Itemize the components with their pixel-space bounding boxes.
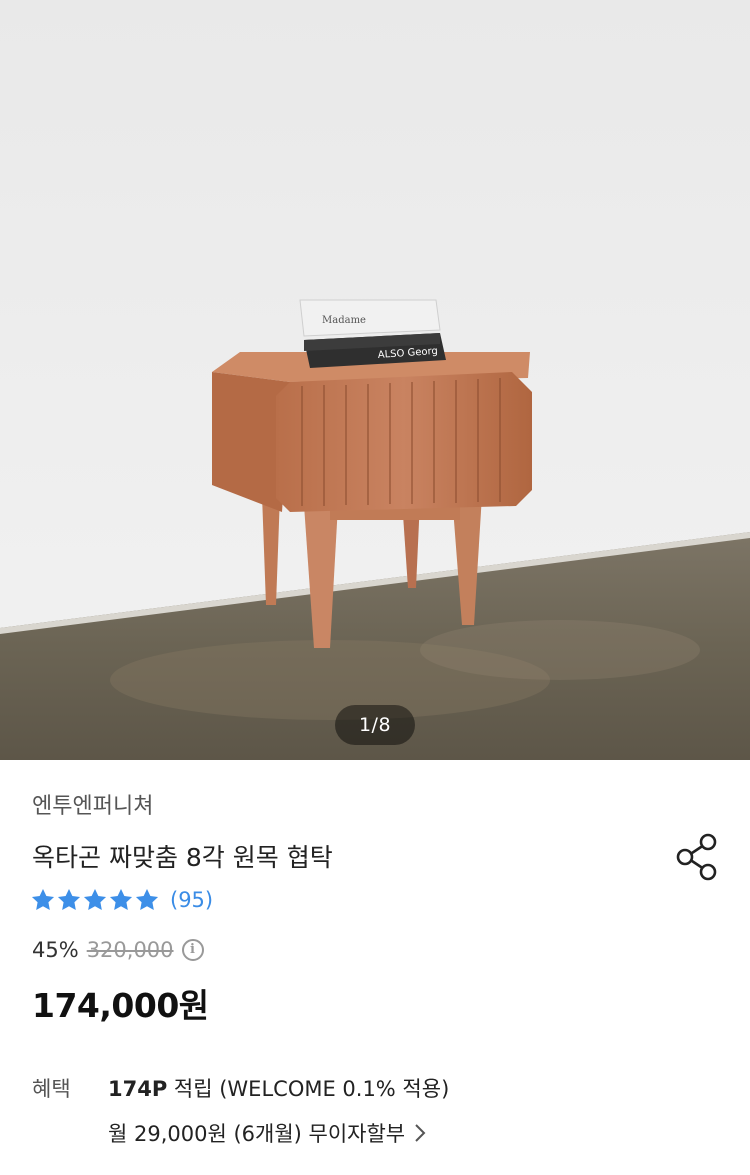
share-icon <box>676 833 717 881</box>
brand-name[interactable]: 엔투엔퍼니쳐 <box>32 788 153 820</box>
review-count[interactable]: (95) <box>170 888 213 912</box>
rating[interactable]: (95) <box>30 886 213 914</box>
installment-text: 월 29,000원 (6개월) 무이자할부 <box>108 1122 406 1146</box>
star-icon <box>31 888 55 910</box>
star-icon <box>135 888 159 910</box>
points-detail: 적립 (WELCOME 0.1% 적용) <box>167 1077 450 1101</box>
original-price: 320,000 <box>86 938 174 962</box>
star-icon <box>109 888 133 910</box>
image-counter: 1/8 <box>335 705 415 745</box>
benefit-label: 혜택 <box>32 1077 71 1101</box>
chevron-right-icon <box>415 1124 426 1142</box>
points-benefit: 174P 적립 (WELCOME 0.1% 적용) <box>108 1073 449 1103</box>
info-icon[interactable]: i <box>181 939 204 961</box>
points-amount: 174P <box>108 1077 168 1101</box>
share-button[interactable] <box>674 831 720 883</box>
price-row: 45% 320,000 i <box>32 936 204 964</box>
star-icon <box>83 888 107 910</box>
product-image[interactable]: ALSO Georg Madame 1/8 <box>0 0 750 760</box>
discount-rate: 45% <box>32 938 79 962</box>
star-icon <box>57 888 81 910</box>
sale-price: 174,000원 <box>32 986 209 1025</box>
product-photo-illustration: ALSO Georg Madame <box>0 0 750 760</box>
product-title: 옥타곤 짜맞춤 8각 원목 협탁 <box>32 843 333 872</box>
book-top-text: Madame <box>322 315 366 326</box>
installment-link[interactable]: 월 29,000원 (6개월) 무이자할부 <box>108 1118 427 1148</box>
